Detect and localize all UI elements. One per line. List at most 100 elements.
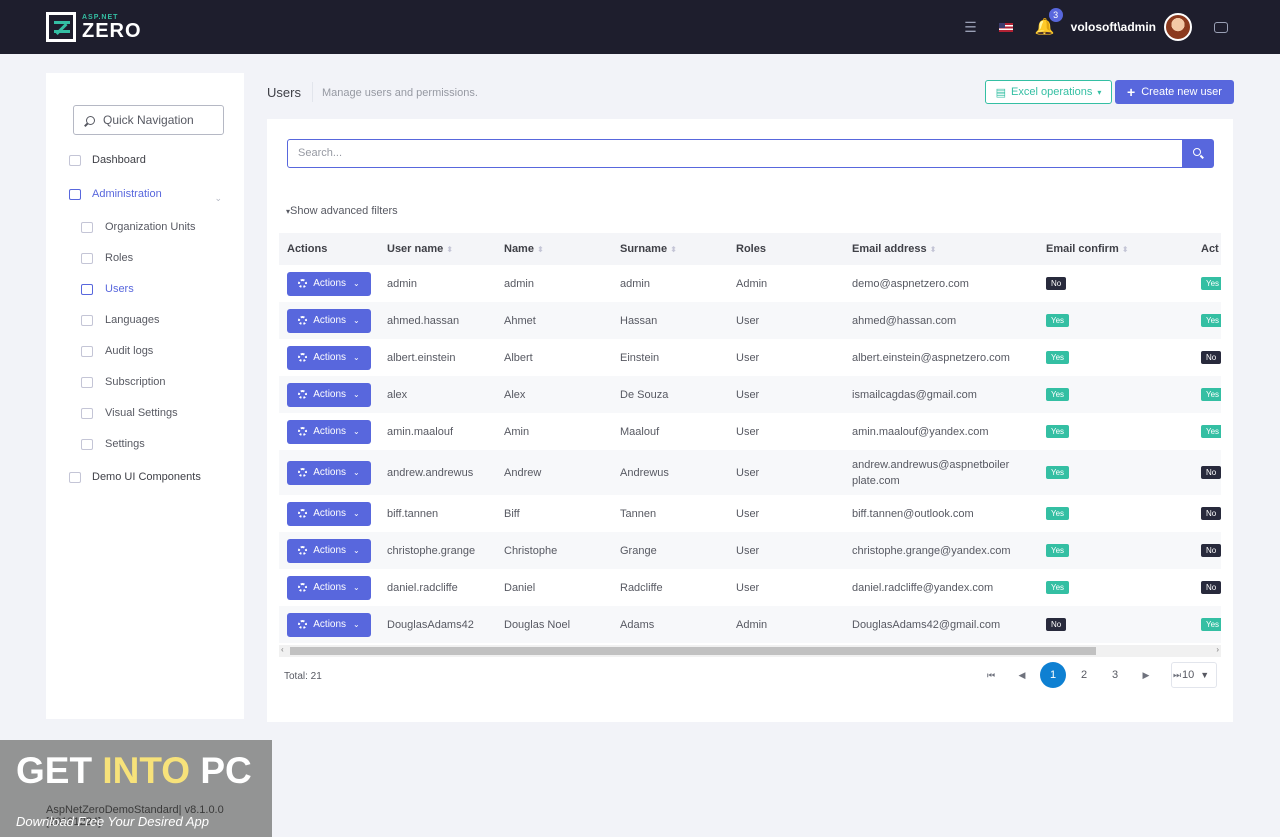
email-confirm-cell: Yes <box>1038 339 1193 376</box>
username-cell: ahmed.hassan <box>387 314 460 327</box>
column-header-email[interactable]: Email address ⬍ <box>844 233 1038 265</box>
status-badge: Yes <box>1201 277 1221 290</box>
status-badge: Yes <box>1046 507 1070 520</box>
column-header-label: Surname <box>620 243 668 255</box>
next-page-icon[interactable]: ▶ <box>1133 662 1159 688</box>
column-header-name[interactable]: Name ⬍ <box>496 233 612 265</box>
sidebar-item-label: Audit logs <box>105 345 154 357</box>
roles-cell: User <box>736 466 760 479</box>
settings-sliders-icon[interactable]: ☰ <box>964 19 977 36</box>
name-cell: Daniel <box>504 581 536 594</box>
sidebar-item-roles[interactable]: Roles <box>81 252 133 264</box>
actions-label: Actions <box>313 582 347 593</box>
email-cell: ismailcagdas@gmail.com <box>852 388 977 401</box>
actions-button[interactable]: Actions ⌄ <box>287 345 371 370</box>
bell-icon[interactable]: 🔔 3 <box>1035 8 1063 37</box>
page-size-select[interactable]: 10 ▼ <box>1171 662 1217 688</box>
actions-cell: Actions ⌄ <box>279 569 379 606</box>
page-button-2[interactable]: 2 <box>1071 662 1097 688</box>
actions-cell: Actions ⌄ <box>279 495 379 532</box>
sidebar-item-languages[interactable]: Languages <box>81 314 159 326</box>
chevron-down-icon: ⌄ <box>353 583 360 592</box>
sidebar-item-subscription[interactable]: Subscription <box>81 376 166 388</box>
scroll-right-icon[interactable]: › <box>1216 645 1219 654</box>
actions-button[interactable]: Actions ⌄ <box>287 501 371 526</box>
create-new-user-button[interactable]: + Create new user <box>1115 80 1234 104</box>
actions-cell: Actions ⌄ <box>279 413 379 450</box>
users-table-wrapper: Actions User name ⬍ Name ⬍ Surname ⬍ Roles … <box>279 233 1221 645</box>
search-input[interactable]: Search... <box>287 139 1183 168</box>
actions-button[interactable]: Actions ⌄ <box>287 419 371 444</box>
sidebar-item-users[interactable]: Users <box>81 283 134 295</box>
table-row: Actions ⌄ daniel.radcliffe Daniel Radcliffe U… <box>279 569 1221 606</box>
watermark-overlay: GET INTO PC AspNetZeroDemoStandard| v8.1… <box>0 740 272 837</box>
actions-button[interactable]: Actions ⌄ <box>287 612 371 637</box>
actions-button[interactable]: Actions ⌄ <box>287 382 371 407</box>
show-advanced-filters-link[interactable]: ▾Show advanced filters <box>286 205 398 217</box>
previous-page-icon[interactable]: ◀ <box>1009 662 1035 688</box>
chevron-down-icon[interactable]: ⌄ <box>214 193 222 204</box>
actions-label: Actions <box>313 426 347 437</box>
sidebar-item-organization-units[interactable]: Organization Units <box>81 221 196 233</box>
actions-button[interactable]: Actions ⌄ <box>287 308 371 333</box>
column-header-email-confirm[interactable]: Email confirm ⬍ <box>1038 233 1193 265</box>
chat-icon[interactable] <box>1214 21 1228 33</box>
sidebar-item-visual-settings[interactable]: Visual Settings <box>81 407 178 419</box>
actions-cell: Actions ⌄ <box>279 265 379 302</box>
actions-cell: Actions ⌄ <box>279 339 379 376</box>
horizontal-scrollbar[interactable]: ‹ › <box>279 645 1221 657</box>
users-card: Search... ▾Show advanced filters Actions… <box>267 119 1233 722</box>
sidebar-item-administration[interactable]: Administration <box>69 188 162 200</box>
sidebar-item-settings[interactable]: Settings <box>81 438 145 450</box>
page-button-3[interactable]: 3 <box>1102 662 1128 688</box>
roles-cell: User <box>736 507 760 520</box>
column-header-surname[interactable]: Surname ⬍ <box>612 233 728 265</box>
column-header-username[interactable]: User name ⬍ <box>379 233 496 265</box>
username-cell: admin <box>387 277 417 290</box>
sort-icon: ⬍ <box>670 245 677 254</box>
roles-icon <box>81 252 93 264</box>
first-page-icon[interactable]: ⏮ <box>978 662 1004 688</box>
email-cell: ahmed@hassan.com <box>852 314 957 327</box>
username-cell: andrew.andrewus <box>387 466 474 479</box>
active-cell: Yes <box>1193 265 1221 302</box>
username[interactable]: volosoft\admin <box>1071 20 1156 34</box>
status-badge: Yes <box>1046 388 1070 401</box>
column-header-active[interactable]: Act <box>1193 233 1221 265</box>
actions-label: Actions <box>313 352 347 363</box>
actions-cell: Actions ⌄ <box>279 376 379 413</box>
table-row: Actions ⌄ admin admin admin Admin demo@aspnetz… <box>279 265 1221 302</box>
us-flag-icon[interactable] <box>998 22 1013 32</box>
page-button-1[interactable]: 1 <box>1040 662 1066 688</box>
actions-button[interactable]: Actions ⌄ <box>287 460 371 485</box>
sidebar-item-demo-ui-components[interactable]: Demo UI Components <box>69 471 201 483</box>
search-button[interactable] <box>1182 139 1214 168</box>
excel-operations-button[interactable]: ▤ Excel operations ▾ <box>985 80 1112 104</box>
email-confirm-cell: Yes <box>1038 532 1193 569</box>
status-badge: No <box>1201 581 1221 594</box>
email-confirm-cell: Yes <box>1038 495 1193 532</box>
sidebar: Quick Navigation Dashboard Administratio… <box>46 73 244 719</box>
app-logo[interactable]: ASP.NET ZERO <box>46 11 142 43</box>
surname-cell: Maalouf <box>620 425 660 438</box>
actions-cell: Actions ⌄ <box>279 606 379 643</box>
roles-cell: Admin <box>736 618 768 631</box>
column-header-label: Email address <box>852 243 927 255</box>
scrollbar-thumb[interactable] <box>290 647 1096 655</box>
scroll-left-icon[interactable]: ‹ <box>281 645 284 654</box>
column-header-actions: Actions <box>287 243 328 255</box>
avatar[interactable] <box>1164 13 1192 41</box>
sidebar-item-dashboard[interactable]: Dashboard <box>69 154 146 166</box>
sidebar-item-audit-logs[interactable]: Audit logs <box>81 345 153 357</box>
actions-button[interactable]: Actions ⌄ <box>287 538 371 563</box>
table-row: Actions ⌄ alex Alex De Souza User ismailcagdas… <box>279 376 1221 413</box>
table-row: Actions ⌄ biff.tannen Biff Tannen User biff.ta… <box>279 495 1221 532</box>
users-table: Actions User name ⬍ Name ⬍ Surname ⬍ Roles … <box>279 233 1221 643</box>
actions-button[interactable]: Actions ⌄ <box>287 575 371 600</box>
active-cell: Yes <box>1193 413 1221 450</box>
actions-button[interactable]: Actions ⌄ <box>287 271 371 296</box>
email-confirm-cell: Yes <box>1038 302 1193 339</box>
quick-navigation-input[interactable]: Quick Navigation <box>73 105 224 135</box>
roles-cell: User <box>736 351 760 364</box>
sidebar-item-label: Organization Units <box>105 221 196 233</box>
